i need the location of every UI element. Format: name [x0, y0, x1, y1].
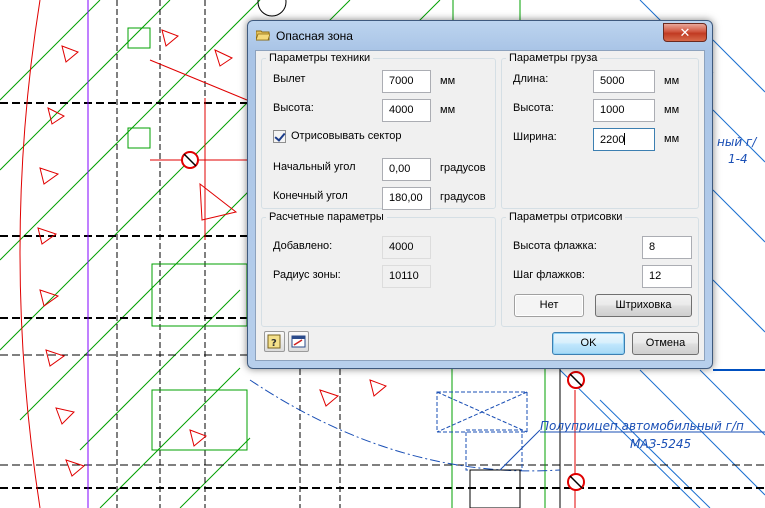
end-angle-input[interactable]: 180,00 — [382, 187, 431, 210]
machine-params-title: Параметры техники — [266, 52, 374, 64]
calc-params-title: Расчетные параметры — [266, 211, 387, 223]
calc-params-group: Расчетные параметры Добавлено: 4000 Ради… — [261, 211, 496, 327]
circle-fragment — [257, 0, 287, 17]
end-angle-unit: градусов — [440, 191, 486, 203]
cargo-height-label: Высота: — [513, 102, 554, 114]
cargo-width-unit: мм — [664, 133, 680, 145]
partial-label-2: 1-4 — [728, 152, 748, 166]
leader-line — [499, 429, 541, 471]
machine-height-input[interactable]: 4000 — [382, 99, 431, 122]
flag-height-input[interactable]: 8 — [642, 236, 692, 259]
folder-icon — [256, 30, 270, 41]
truck-outline — [436, 391, 528, 508]
machine-height-label: Высота: — [273, 102, 314, 114]
machine-height-unit: мм — [440, 104, 456, 116]
zone-radius-label: Радиус зоны: — [273, 269, 341, 281]
cargo-params-title: Параметры груза — [506, 52, 601, 64]
cargo-length-input[interactable]: 5000 — [593, 70, 655, 93]
ok-button[interactable]: OK — [552, 332, 625, 355]
start-angle-input[interactable]: 0,00 — [382, 158, 431, 181]
cargo-width-value: 2200 — [600, 134, 625, 146]
cargo-width-label: Ширина: — [513, 131, 557, 143]
hatch-state-button[interactable]: Нет — [514, 294, 584, 317]
flag-step-input[interactable]: 12 — [642, 265, 692, 288]
start-angle-label: Начальный угол — [273, 161, 356, 173]
truck-label-2: МАЗ-5245 — [630, 437, 691, 451]
reach-input[interactable]: 7000 — [382, 70, 431, 93]
window-title: Опасная зона — [276, 29, 353, 43]
danger-zone-dialog: Опасная зона ✕ Параметры техники Вылет 7… — [247, 20, 713, 369]
cargo-length-unit: мм — [664, 75, 680, 87]
cargo-height-unit: мм — [664, 104, 680, 116]
cargo-params-group: Параметры груза Длина: 5000 мм Высота: 1… — [501, 52, 699, 209]
close-icon: ✕ — [679, 25, 691, 40]
close-button[interactable]: ✕ — [663, 23, 707, 42]
draw-sector-label[interactable]: Отрисовывать сектор — [291, 130, 401, 142]
start-angle-unit: градусов — [440, 162, 486, 174]
flag-step-label: Шаг флажков: — [513, 269, 585, 281]
reach-label: Вылет — [273, 73, 306, 85]
draw-sector-checkbox[interactable] — [273, 130, 286, 143]
cargo-height-input[interactable]: 1000 — [593, 99, 655, 122]
cancel-button[interactable]: Отмена — [632, 332, 699, 355]
added-label: Добавлено: — [273, 240, 333, 252]
dialog-client-area: Параметры техники Вылет 7000 мм Высота: … — [255, 50, 705, 361]
hatch-button[interactable]: Штриховка — [595, 294, 692, 317]
added-value: 4000 — [382, 236, 431, 259]
machine-params-group: Параметры техники Вылет 7000 мм Высота: … — [261, 52, 496, 210]
cargo-length-label: Длина: — [513, 73, 549, 85]
help-button[interactable]: ? — [264, 331, 285, 352]
zone-radius-value: 10110 — [382, 265, 431, 288]
text-caret — [624, 133, 626, 145]
reach-unit: мм — [440, 75, 456, 87]
partial-label-1: ный г/ — [717, 135, 758, 149]
end-angle-label: Конечный угол — [273, 190, 348, 202]
pick-button[interactable] — [288, 331, 309, 352]
cargo-width-input[interactable]: 2200 — [593, 128, 655, 151]
title-bar[interactable]: Опасная зона ✕ — [248, 21, 712, 48]
help-icon: ? — [267, 334, 281, 349]
svg-text:?: ? — [271, 338, 277, 349]
draw-params-title: Параметры отрисовки — [506, 211, 626, 223]
draw-params-group: Параметры отрисовки Высота флажка: 8 Шаг… — [501, 211, 699, 327]
truck-label-1: Полуприцеп автомобильный г/п — [540, 419, 744, 433]
flag-height-label: Высота флажка: — [513, 240, 597, 252]
pick-icon — [291, 335, 306, 348]
